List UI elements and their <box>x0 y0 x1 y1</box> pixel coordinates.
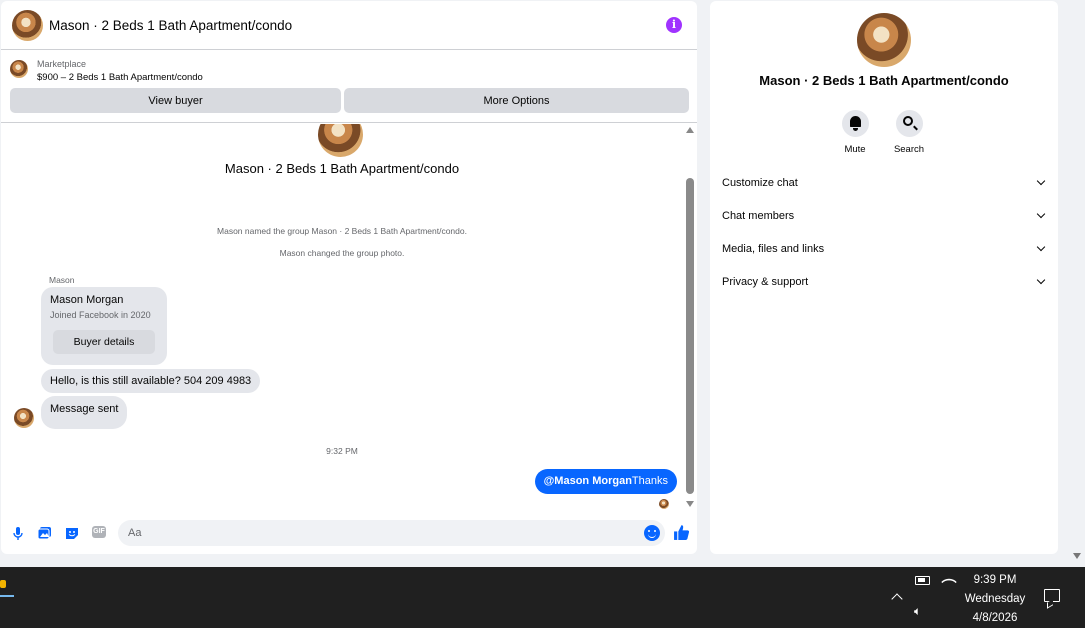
clock-day: Wednesday <box>964 593 1026 605</box>
outgoing-text: Thanks <box>631 475 668 487</box>
view-buyer-button[interactable]: View buyer <box>10 88 341 113</box>
scroll-up-arrow-icon[interactable] <box>686 127 694 133</box>
chevron-down-icon <box>1036 275 1046 285</box>
message-input[interactable] <box>118 520 665 546</box>
info-icon[interactable]: i <box>666 17 682 33</box>
read-receipt-avatar <box>659 499 669 509</box>
message-list: Mason · 2 Beds 1 Bath Apartment/condo Ma… <box>1 124 683 509</box>
section-label: Privacy & support <box>722 276 809 288</box>
notification-center-icon[interactable] <box>1044 589 1060 602</box>
sender-avatar[interactable] <box>14 408 34 428</box>
battery-icon[interactable] <box>915 576 930 585</box>
like-icon[interactable] <box>673 524 690 541</box>
buyer-joined: Joined Facebook in 2020 <box>50 310 151 320</box>
emoji-icon[interactable] <box>644 525 660 541</box>
system-message: Mason changed the group photo. <box>279 248 405 258</box>
thread-group-avatar <box>318 124 363 157</box>
bell-icon <box>849 116 861 131</box>
page-scroll-down-icon[interactable] <box>1073 553 1081 559</box>
photo-icon[interactable] <box>37 525 53 541</box>
composer: GIF <box>1 515 697 551</box>
section-label: Media, files and links <box>722 243 825 255</box>
mention-tag[interactable]: @Mason Morgan <box>544 475 632 487</box>
search-icon <box>902 116 913 126</box>
thread-group-name: Mason · 2 Beds 1 Bath Apartment/condo <box>224 161 460 176</box>
incoming-message[interactable]: Hello, is this still available? 504 209 … <box>41 369 261 393</box>
chevron-down-icon <box>1036 209 1046 219</box>
more-options-button[interactable]: More Options <box>344 88 689 113</box>
sender-name: Mason <box>49 275 75 285</box>
sticker-icon[interactable] <box>64 525 80 541</box>
section-chat-members[interactable]: Chat members <box>722 204 1048 228</box>
marketplace-label: Marketplace <box>37 59 87 69</box>
search-label: Search <box>893 144 925 155</box>
listing-title[interactable]: $900 – 2 Beds 1 Bath Apartment/condo <box>37 72 203 83</box>
scroll-thumb[interactable] <box>686 178 694 494</box>
taskbar-app-icon[interactable] <box>0 571 14 597</box>
mute-label: Mute <box>844 144 866 155</box>
listing-thumbnail[interactable] <box>10 60 28 78</box>
system-message: Mason named the group Mason · 2 Beds 1 B… <box>217 226 467 236</box>
message-scrollbar[interactable] <box>684 125 696 509</box>
buyer-card: Mason Morgan Joined Facebook in 2020 Buy… <box>41 287 167 365</box>
chat-header: Mason · 2 Beds 1 Bath Apartment/condo i <box>1 1 697 50</box>
details-group-avatar[interactable] <box>857 13 911 67</box>
section-label: Customize chat <box>722 177 798 189</box>
mute-button[interactable]: Mute <box>835 110 875 155</box>
wifi-icon[interactable] <box>941 574 957 590</box>
tray-clock[interactable]: 9:39 PM Wednesday 4/8/2026 <box>958 571 1032 628</box>
buyer-details-button[interactable]: Buyer details <box>53 330 155 354</box>
scroll-down-arrow-icon[interactable] <box>686 501 694 507</box>
marketplace-bar: Marketplace $900 – 2 Beds 1 Bath Apartme… <box>1 51 697 123</box>
group-avatar[interactable] <box>12 9 43 41</box>
clock-time: 9:39 PM <box>973 574 1017 586</box>
show-hidden-icons-icon[interactable] <box>891 593 903 605</box>
outgoing-message[interactable]: @Mason MorganThanks <box>534 469 677 494</box>
details-panel: Mason · 2 Beds 1 Bath Apartment/condo Mu… <box>710 1 1058 554</box>
incoming-message[interactable]: Message sent <box>41 396 128 429</box>
section-customize-chat[interactable]: Customize chat <box>722 171 1048 195</box>
chevron-down-icon <box>1036 176 1046 186</box>
clock-date: 4/8/2026 <box>972 612 1018 624</box>
section-privacy-support[interactable]: Privacy & support <box>722 270 1048 294</box>
search-button[interactable]: Search <box>889 110 929 155</box>
gif-icon[interactable]: GIF <box>92 526 106 538</box>
microphone-icon[interactable] <box>10 525 26 541</box>
speaker-icon[interactable]: 🔈︎ <box>914 605 921 617</box>
chat-panel: Mason · 2 Beds 1 Bath Apartment/condo i … <box>1 1 697 554</box>
section-media-files-links[interactable]: Media, files and links <box>722 237 1048 261</box>
chat-title[interactable]: Mason · 2 Beds 1 Bath Apartment/condo <box>49 18 292 33</box>
details-title: Mason · 2 Beds 1 Bath Apartment/condo <box>759 73 1009 88</box>
section-label: Chat members <box>722 210 795 222</box>
taskbar: 🔈︎ 9:39 PM Wednesday 4/8/2026 <box>0 567 1085 628</box>
message-timestamp: 9:32 PM <box>326 446 358 456</box>
chevron-down-icon <box>1036 242 1046 252</box>
buyer-name: Mason Morgan <box>50 294 124 306</box>
